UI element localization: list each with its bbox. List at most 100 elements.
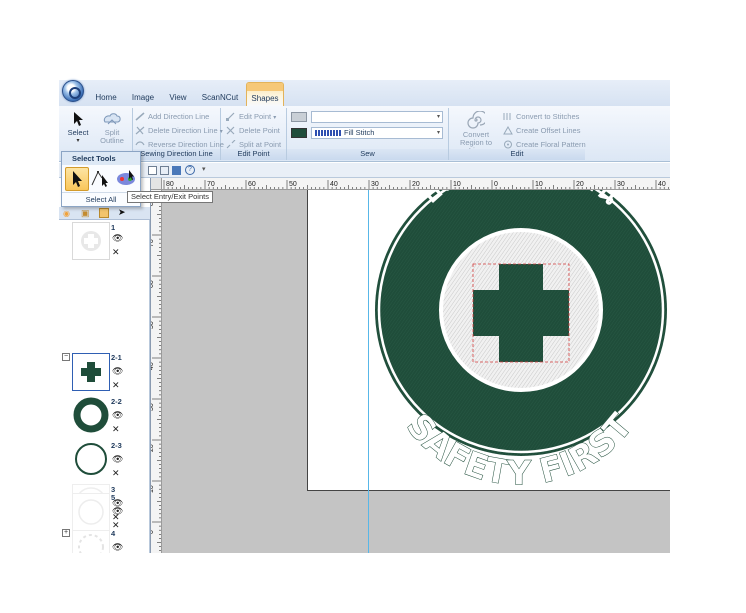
create-offset-lines-button[interactable]: Create Offset Lines: [503, 124, 580, 137]
visibility-eye-icon[interactable]: 👁: [112, 411, 123, 420]
delete-point-label: Delete Point: [239, 126, 280, 135]
convert-to-stitches-button[interactable]: Convert to Stitches: [503, 110, 579, 123]
object-thumb-2-2[interactable]: [72, 396, 110, 434]
object-number: 2-1: [111, 353, 122, 362]
spiral-icon: [467, 111, 485, 129]
select-button[interactable]: Select ▾: [63, 110, 93, 150]
object-number: 1: [111, 223, 116, 232]
object-2-1-preview: [81, 362, 101, 382]
select-button-label: Select: [67, 128, 89, 137]
line-sew-type-select[interactable]: ▾: [311, 111, 443, 123]
stitches-icon: [503, 113, 511, 120]
ruler-label: 60: [248, 181, 256, 188]
split-outline-button[interactable]: Split Outline: [96, 110, 128, 150]
sew-toggle-icon[interactable]: ✕: [112, 248, 120, 257]
delete-direction-line-label: Delete Direction Line: [148, 126, 218, 135]
convert-region-to-line-button[interactable]: Convert Region to Line: [451, 111, 501, 155]
layout-icon[interactable]: [172, 166, 181, 175]
page-icon[interactable]: [160, 166, 169, 175]
visibility-eye-icon[interactable]: 👁: [112, 234, 123, 243]
customize-toolbar-icon[interactable]: ▾: [202, 165, 206, 173]
object-1-preview: [81, 231, 101, 251]
object-thumb-1[interactable]: [72, 222, 110, 260]
entry-exit-points-icon: [117, 170, 135, 185]
object-panel-header: ◉ ▣ ➤: [59, 207, 150, 220]
color-filter-icon[interactable]: [99, 208, 109, 218]
tab-view[interactable]: View: [166, 91, 190, 105]
select-objects-tool[interactable]: [65, 167, 89, 191]
edit-group: Convert Region to Line Convert to Stitch…: [449, 108, 586, 160]
ruler-vertical-border: [150, 178, 162, 553]
ribbon-tab-bar: Home Image View ScanNCut Shapes: [59, 80, 670, 106]
split-outline-icon: [103, 113, 121, 125]
visibility-eye-icon[interactable]: 👁: [112, 543, 123, 552]
edit-point-label: Edit Point: [239, 112, 272, 121]
visibility-eye-icon[interactable]: 👁: [112, 455, 123, 464]
ruler-label: 20: [576, 181, 584, 188]
select-points-tool[interactable]: [90, 167, 114, 191]
line-color-swatch[interactable]: [291, 112, 307, 122]
region-color-swatch[interactable]: [291, 128, 307, 138]
ruler-label: 0: [494, 181, 498, 188]
delete-direction-line-button[interactable]: Delete Direction Line ▾: [135, 124, 223, 137]
reverse-direction-line-label: Reverse Direction Line: [148, 140, 224, 149]
embroidery-design: ปลอดภัยไว้ก่อน SAFETY FIRST: [375, 190, 667, 494]
object-number: 2-3: [111, 441, 122, 450]
ruler-label: 10: [535, 181, 543, 188]
visibility-eye-icon[interactable]: 👁: [112, 507, 123, 516]
view-toggle-icon[interactable]: [148, 166, 157, 175]
sew-toggle-icon[interactable]: ✕: [112, 425, 120, 434]
object-2-2-preview: [73, 397, 109, 433]
object-thumb-5[interactable]: [72, 493, 110, 531]
object-thumb-2-3[interactable]: [72, 440, 110, 478]
select-entry-exit-points-tool[interactable]: [115, 167, 139, 191]
chevron-down-icon: ▾: [76, 138, 80, 144]
chevron-down-icon: ▾: [436, 114, 440, 120]
convert-to-stitches-label: Convert to Stitches: [516, 112, 580, 121]
add-direction-line-button[interactable]: Add Direction Line: [135, 110, 209, 123]
tab-scanncut[interactable]: ScanNCut: [199, 91, 241, 105]
vertical-guide-line[interactable]: [368, 190, 369, 553]
chevron-down-icon: ▾: [436, 130, 440, 136]
object-thumb-2-1[interactable]: [72, 353, 110, 391]
split-at-point-label: Split at Point: [239, 140, 282, 149]
tab-image[interactable]: Image: [129, 91, 157, 105]
object-number: 2-2: [111, 397, 122, 406]
offset-lines-icon: [503, 126, 513, 135]
ribbon: Select ▾ Split Outline Add Direction Lin…: [59, 106, 670, 162]
select-tools-title: Select Tools: [62, 152, 140, 165]
sew-toggle-icon[interactable]: ✕: [112, 381, 120, 390]
collapse-icon[interactable]: −: [62, 353, 70, 361]
add-direction-line-label: Add Direction Line: [148, 112, 210, 121]
ruler-label: 40: [658, 181, 666, 188]
expand-icon[interactable]: +: [62, 529, 70, 537]
tab-home[interactable]: Home: [93, 91, 119, 105]
pointer-icon: [74, 112, 83, 126]
application-button[interactable]: [62, 80, 84, 102]
tab-shapes[interactable]: Shapes: [246, 82, 284, 106]
visibility-eye-icon[interactable]: 👁: [112, 367, 123, 376]
design-canvas[interactable]: ปลอดภัยไว้ก่อน SAFETY FIRST: [162, 190, 670, 553]
ruler-label: 10: [453, 181, 461, 188]
sew-toggle-icon[interactable]: ✕: [112, 469, 120, 478]
ruler-label: 50: [289, 181, 297, 188]
quick-toolbar: ? ▾: [59, 163, 670, 178]
region-sew-type-select[interactable]: Fill Stitch ▾: [311, 127, 443, 139]
object-number: 5: [111, 493, 116, 502]
pointer-icon: [73, 171, 82, 187]
add-direction-icon: [135, 112, 145, 121]
ruler-label: 40: [330, 181, 338, 188]
edit-point-button[interactable]: Edit Point ▾: [226, 110, 276, 123]
sew-group-label: Sew: [287, 149, 448, 160]
eye-icon[interactable]: ◉: [63, 209, 70, 218]
sew-toggle-icon[interactable]: ✕: [112, 521, 120, 530]
lock-icon[interactable]: ▣: [81, 208, 90, 219]
object-number: 4: [111, 529, 116, 538]
tooltip: Select Entry/Exit Points: [127, 191, 213, 203]
horizontal-ruler: 807060504030201001020304050607080: [162, 178, 670, 190]
help-icon[interactable]: ?: [185, 165, 195, 175]
horizontal-ruler-ticks: 807060504030201001020304050607080: [163, 180, 669, 189]
object-4-preview: [78, 534, 104, 553]
delete-point-button[interactable]: Delete Point: [226, 124, 280, 137]
pointer-icon[interactable]: ➤: [118, 207, 126, 218]
